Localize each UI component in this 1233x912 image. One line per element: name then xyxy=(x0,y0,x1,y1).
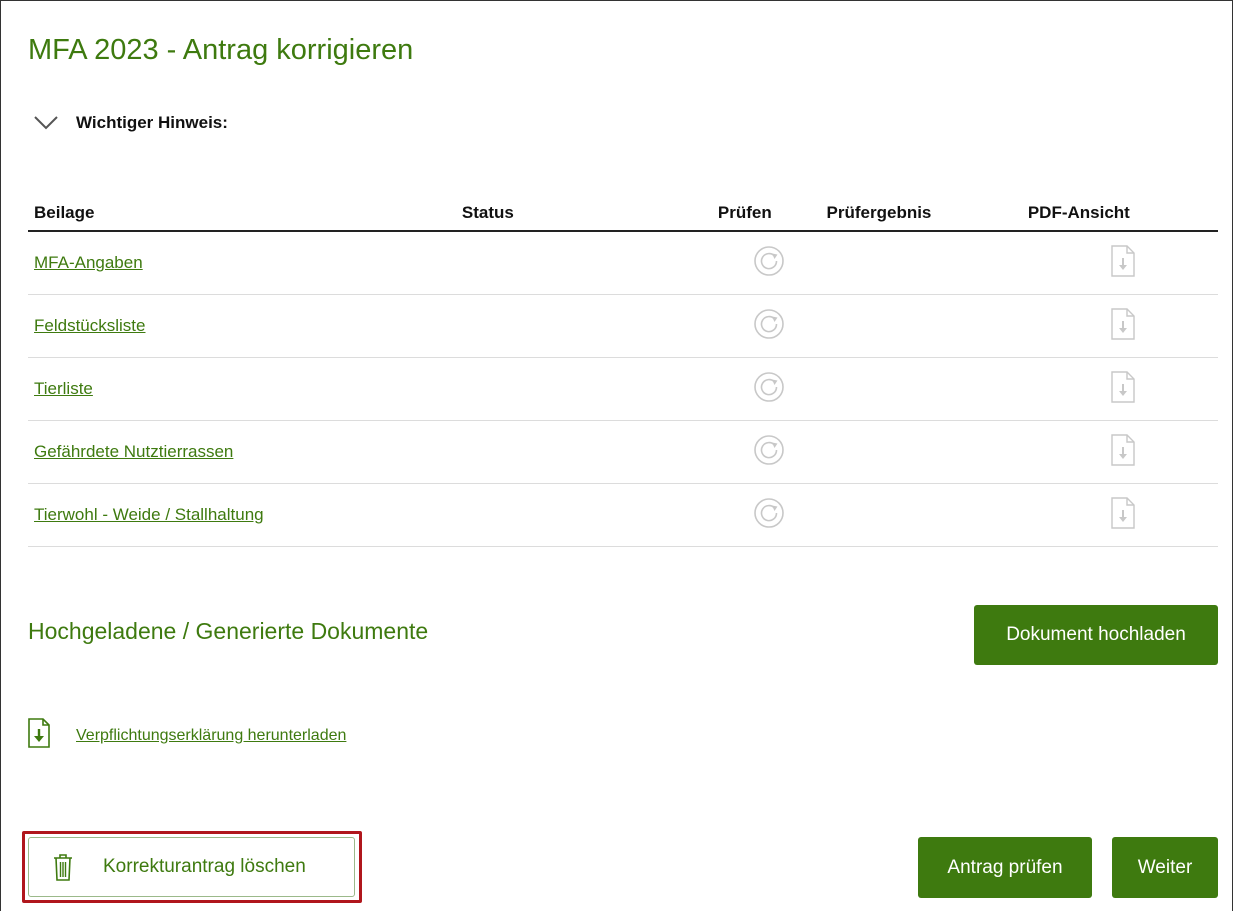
file-download-icon[interactable] xyxy=(1111,433,1135,466)
cell-status xyxy=(455,357,712,421)
table-row: Tierwohl - Weide / Stallhaltung xyxy=(28,483,1218,547)
column-header-status: Status xyxy=(455,196,712,232)
cell-status xyxy=(455,483,712,547)
cell-pruefergebnis xyxy=(820,420,1022,484)
check-application-button[interactable]: Antrag prüfen xyxy=(918,837,1092,898)
refresh-icon[interactable] xyxy=(753,371,785,403)
refresh-icon[interactable] xyxy=(753,245,785,277)
trash-icon xyxy=(53,853,73,881)
table-row: Tierliste xyxy=(28,357,1218,421)
cell-pdf-ansicht xyxy=(1021,483,1218,547)
attachments-table: Beilage Status Prüfen Prüfergebnis PDF-A… xyxy=(28,196,1218,547)
file-download-icon[interactable] xyxy=(1111,244,1135,277)
column-header-pdf-ansicht: PDF-Ansicht xyxy=(1021,196,1218,232)
beilage-link[interactable]: Gefährdete Nutztierrassen xyxy=(34,442,233,461)
beilage-link[interactable]: Feldstücksliste xyxy=(34,316,145,335)
cell-pdf-ansicht xyxy=(1021,294,1218,358)
cell-pdf-ansicht xyxy=(1021,231,1218,295)
download-commitment-link[interactable]: Verpflichtungserklärung herunterladen xyxy=(76,727,346,745)
important-notice-toggle[interactable]: Wichtiger Hinweis: xyxy=(34,113,228,133)
cell-status xyxy=(455,231,712,295)
beilage-link[interactable]: Tierliste xyxy=(34,379,93,398)
documents-section-title: Hochgeladene / Generierte Dokumente xyxy=(28,618,429,644)
cell-beilage: Gefährdete Nutztierrassen xyxy=(28,420,456,484)
upload-document-button[interactable]: Dokument hochladen xyxy=(974,605,1218,665)
file-download-icon[interactable] xyxy=(1111,307,1135,340)
cell-pruefergebnis xyxy=(820,483,1022,547)
column-header-pruefergebnis: Prüfergebnis xyxy=(820,196,1022,232)
cell-pdf-ansicht xyxy=(1021,420,1218,484)
page-title: MFA 2023 - Antrag korrigieren xyxy=(28,34,414,66)
cell-pruefen xyxy=(711,420,821,484)
next-button[interactable]: Weiter xyxy=(1112,837,1218,898)
table-row: Feldstücksliste xyxy=(28,294,1218,358)
cell-beilage: Feldstücksliste xyxy=(28,294,456,358)
cell-pruefergebnis xyxy=(820,294,1022,358)
cell-pruefen xyxy=(711,483,821,547)
column-header-beilage: Beilage xyxy=(28,196,456,232)
cell-beilage: MFA-Angaben xyxy=(28,231,456,295)
cell-pruefen xyxy=(711,231,821,295)
download-commitment-row: Verpflichtungserklärung herunterladen xyxy=(28,718,346,753)
cell-pruefen xyxy=(711,294,821,358)
refresh-icon[interactable] xyxy=(753,497,785,529)
column-header-pruefen: Prüfen xyxy=(711,196,821,232)
cell-beilage: Tierliste xyxy=(28,357,456,421)
delete-correction-label: Korrekturantrag löschen xyxy=(103,856,306,877)
cell-pruefen xyxy=(711,357,821,421)
file-download-icon[interactable] xyxy=(1111,370,1135,403)
table-row: Gefährdete Nutztierrassen xyxy=(28,420,1218,484)
cell-status xyxy=(455,294,712,358)
refresh-icon[interactable] xyxy=(753,434,785,466)
beilage-link[interactable]: MFA-Angaben xyxy=(34,253,143,272)
beilage-link[interactable]: Tierwohl - Weide / Stallhaltung xyxy=(34,505,264,524)
cell-beilage: Tierwohl - Weide / Stallhaltung xyxy=(28,483,456,547)
cell-pruefergebnis xyxy=(820,357,1022,421)
file-download-icon[interactable] xyxy=(1111,496,1135,529)
important-notice-label: Wichtiger Hinweis: xyxy=(76,113,228,132)
chevron-down-icon xyxy=(34,116,58,130)
file-download-icon[interactable] xyxy=(28,718,50,753)
table-row: MFA-Angaben xyxy=(28,231,1218,295)
cell-status xyxy=(455,420,712,484)
cell-pruefergebnis xyxy=(820,231,1022,295)
delete-correction-button[interactable]: Korrekturantrag löschen xyxy=(28,837,355,897)
cell-pdf-ansicht xyxy=(1021,357,1218,421)
table-header-row: Beilage Status Prüfen Prüfergebnis PDF-A… xyxy=(28,196,1218,232)
refresh-icon[interactable] xyxy=(753,308,785,340)
